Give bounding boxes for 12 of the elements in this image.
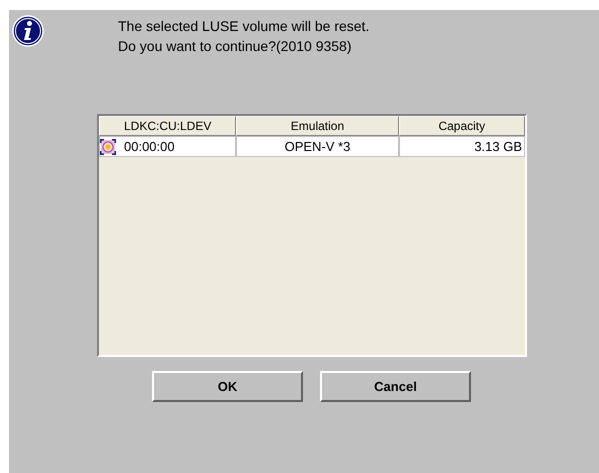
column-header[interactable]: Emulation bbox=[236, 116, 399, 136]
info-icon bbox=[12, 15, 44, 47]
message-text: The selected LUSE volume will be reset. bbox=[118, 17, 370, 36]
table-cell: 00:00:00 bbox=[99, 136, 236, 157]
volume-icon bbox=[100, 138, 116, 154]
column-header[interactable]: Capacity bbox=[398, 116, 525, 136]
column-header[interactable]: LDKC:CU:LDEV bbox=[99, 116, 236, 136]
message-text: Do you want to continue?(2010 9358) bbox=[118, 37, 352, 56]
ok-button[interactable]: OK bbox=[152, 371, 303, 402]
table-cell: OPEN-V *3 bbox=[236, 136, 399, 157]
cancel-button[interactable]: Cancel bbox=[320, 371, 471, 402]
table-cell: 3.13 GB bbox=[398, 136, 526, 157]
